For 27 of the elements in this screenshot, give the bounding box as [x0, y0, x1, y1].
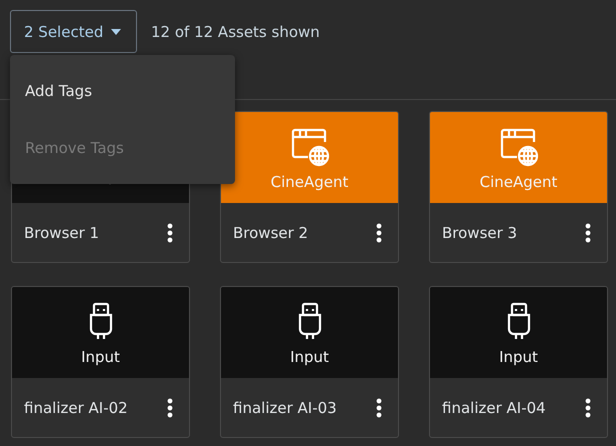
asset-count: 12 of 12 Assets shown: [151, 22, 320, 40]
asset-name: Browser 2: [233, 224, 308, 242]
asset-card[interactable]: CineAgent Browser 2: [220, 111, 399, 263]
asset-card[interactable]: CineAgent Browser 3: [429, 111, 608, 263]
caret-icon: [111, 28, 122, 34]
more-options-icon: [167, 398, 173, 418]
asset-type-label: CineAgent: [480, 173, 558, 191]
asset-name: finalizer AI-04: [442, 398, 546, 416]
browser-globe-icon: [290, 127, 330, 167]
asset-name: Browser 1: [24, 224, 100, 242]
asset-type-label: Input: [499, 348, 538, 366]
browser-globe-icon: [498, 127, 538, 167]
more-options-icon: [585, 222, 591, 242]
asset-name: Browser 3: [442, 224, 518, 242]
asset-type-label: Input: [81, 348, 120, 366]
asset-name: finalizer AI-03: [233, 398, 337, 416]
asset-type-label: Input: [290, 348, 329, 366]
asset-name: finalizer AI-02: [24, 398, 128, 416]
selection-dropdown-button[interactable]: 2 Selected: [10, 10, 137, 53]
more-options-icon: [585, 398, 591, 418]
asset-card[interactable]: Input finalizer AI-03: [220, 286, 399, 438]
more-options-icon: [376, 222, 382, 242]
more-options-icon: [167, 222, 173, 242]
asset-card[interactable]: Input finalizer AI-04: [429, 286, 608, 438]
more-options-icon: [376, 398, 382, 418]
asset-card[interactable]: Input finalizer AI-02: [11, 286, 190, 438]
asset-type-label: CineAgent: [270, 173, 348, 191]
